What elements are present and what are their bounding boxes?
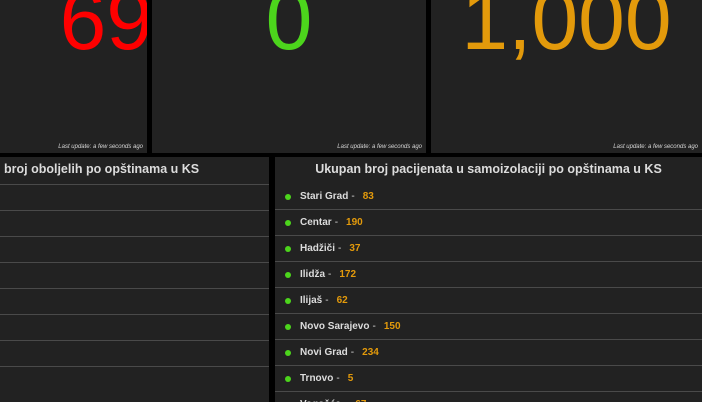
list-item-label bbox=[0, 211, 269, 236]
separator: - bbox=[334, 217, 339, 228]
last-update-label: Last update: a few seconds ago bbox=[58, 144, 143, 150]
list-item-content: Vogošća-67 bbox=[275, 392, 702, 402]
patient-count: 83 bbox=[362, 191, 374, 202]
list-item-label bbox=[0, 315, 269, 340]
municipality-name: Novi Grad bbox=[300, 347, 348, 358]
green-dot-icon bbox=[285, 349, 291, 356]
list-item-label bbox=[0, 237, 269, 262]
municipality-name: Ilijaš bbox=[300, 295, 323, 306]
municipality-name: Centar bbox=[300, 217, 332, 228]
list-item[interactable]: Trnovo -5 bbox=[275, 365, 702, 391]
list-item[interactable] bbox=[0, 184, 269, 210]
list-item-content: Stari Grad -83 bbox=[275, 184, 702, 209]
green-dot-icon bbox=[285, 193, 291, 200]
green-dot-icon bbox=[285, 271, 291, 278]
patient-count: 190 bbox=[346, 217, 363, 228]
municipality-name: Hadžiči bbox=[300, 243, 336, 254]
infected-by-municipality-list: broj oboljelih po opštinama u KS bbox=[0, 157, 269, 402]
list-item[interactable] bbox=[0, 340, 269, 366]
separator: - bbox=[350, 347, 355, 358]
municipality-name: Novo Sarajevo bbox=[300, 321, 370, 332]
list-item-content: Hadžiči -37 bbox=[275, 236, 702, 261]
list-title: broj oboljelih po opštinama u KS bbox=[4, 162, 200, 176]
indicator-value: 1,000 bbox=[461, 0, 672, 67]
list-item-content: Ilijaš -62 bbox=[275, 288, 702, 313]
list-item[interactable]: Stari Grad -83 bbox=[275, 184, 702, 209]
green-dot-icon bbox=[285, 297, 291, 304]
isolation-by-municipality-list: Ukupan broj pacijenata u samoizolaciji p… bbox=[275, 157, 702, 402]
separator: - bbox=[351, 191, 355, 202]
list-item[interactable]: Ilijaš -62 bbox=[275, 287, 702, 313]
list-item[interactable]: Vogošća-67 bbox=[275, 391, 702, 402]
list-item[interactable]: Novo Sarajevo -150 bbox=[275, 313, 702, 339]
list-item[interactable]: Novi Grad -234 bbox=[275, 339, 702, 365]
list-item[interactable] bbox=[0, 314, 269, 340]
list-item[interactable]: Hadžiči -37 bbox=[275, 235, 702, 261]
list-item-content: Novo Sarajevo -150 bbox=[275, 314, 702, 339]
list-item-content: Ilidža -172 bbox=[275, 262, 702, 287]
list-item[interactable] bbox=[0, 366, 269, 392]
last-update-label: Last update: a few seconds ago bbox=[337, 144, 422, 150]
separator: - bbox=[325, 295, 329, 306]
list-item-content: Trnovo -5 bbox=[275, 366, 702, 391]
patient-count: 62 bbox=[336, 295, 348, 306]
indicator-tile-infected: 69 Last update: a few seconds ago bbox=[0, 0, 147, 153]
list-item-label bbox=[0, 263, 269, 288]
patient-count: 150 bbox=[383, 321, 401, 332]
separator: - bbox=[372, 321, 376, 332]
list-rows bbox=[0, 184, 269, 392]
green-dot-icon bbox=[285, 323, 291, 330]
list-rows: Stari Grad -83 Centar -190 Hadžiči -37 Ilidža -… bbox=[275, 184, 702, 402]
indicator-tile-deaths: 0 Last update: a few seconds ago bbox=[152, 0, 426, 153]
patient-count: 172 bbox=[339, 269, 357, 280]
separator: - bbox=[338, 243, 342, 254]
list-item-label bbox=[0, 289, 269, 314]
green-dot-icon bbox=[285, 245, 291, 252]
separator: - bbox=[336, 373, 340, 384]
list-title: Ukupan broj pacijenata u samoizolaciji p… bbox=[315, 162, 662, 176]
patient-count: 5 bbox=[347, 373, 354, 384]
list-item[interactable] bbox=[0, 262, 269, 288]
list-item[interactable]: Ilidža -172 bbox=[275, 261, 702, 287]
patient-count: 234 bbox=[362, 347, 379, 358]
list-item[interactable] bbox=[0, 288, 269, 314]
list-item-label bbox=[0, 341, 269, 366]
list-item-content: Centar -190 bbox=[275, 210, 702, 235]
indicator-value: 69 bbox=[59, 0, 147, 67]
list-item[interactable] bbox=[0, 210, 269, 236]
last-update-label: Last update: a few seconds ago bbox=[613, 144, 698, 150]
municipality-name: Trnovo bbox=[300, 373, 334, 384]
indicator-value: 0 bbox=[265, 0, 313, 67]
dashboard: 69 Last update: a few seconds ago 0 Last… bbox=[0, 0, 702, 402]
list-item-label bbox=[0, 367, 269, 392]
green-dot-icon bbox=[285, 219, 291, 226]
separator: - bbox=[328, 269, 332, 280]
municipality-name: Stari Grad bbox=[300, 191, 349, 202]
list-item-content: Novi Grad -234 bbox=[275, 340, 702, 365]
list-item[interactable] bbox=[0, 236, 269, 262]
municipality-name: Ilidža bbox=[300, 269, 326, 280]
indicator-tile-isolation: 1,000 Last update: a few seconds ago bbox=[431, 0, 702, 153]
green-dot-icon bbox=[285, 375, 291, 382]
list-item-label bbox=[0, 185, 269, 210]
patient-count: 37 bbox=[349, 243, 361, 254]
list-item[interactable]: Centar -190 bbox=[275, 209, 702, 235]
